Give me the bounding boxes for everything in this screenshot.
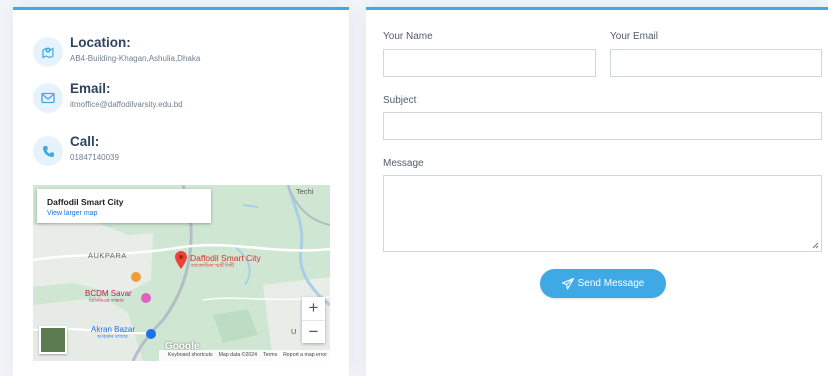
map-label-akran-sub: আকরান বাজার — [97, 334, 128, 340]
message-textarea[interactable] — [383, 175, 822, 252]
email-info: Email: itmoffice@daffodilvarsity.edu.bd — [33, 81, 333, 121]
name-input[interactable] — [383, 49, 596, 77]
phone-icon — [33, 136, 63, 166]
keyboard-shortcuts-link[interactable]: Keyboard shortcuts — [168, 352, 213, 358]
map-pin-sublabel: ড্যাফোডিল স্মার্ট সিটি — [191, 263, 234, 269]
paper-plane-icon — [561, 277, 574, 290]
name-label: Your Name — [383, 31, 433, 42]
email-value[interactable]: itmoffice@daffodilvarsity.edu.bd — [70, 100, 183, 109]
call-value[interactable]: 01847140039 — [70, 153, 119, 162]
view-larger-map-link[interactable]: View larger map — [47, 210, 97, 217]
map-label-u: U — [291, 327, 297, 336]
map-label-akran: Akran Bazar — [91, 325, 136, 334]
terms-link[interactable]: Terms — [263, 352, 277, 358]
map-pin-label: Daffodil Smart City — [190, 253, 261, 263]
zoom-out-button[interactable]: − — [302, 321, 325, 344]
map-label-aukpara: AUKPARA — [88, 251, 127, 260]
location-info: Location: AB4-Building-Khagan,Ashulia,Dh… — [33, 35, 333, 75]
map-data-text: Map data ©2024 — [218, 352, 258, 358]
map-label-bcdm: BCDM Savar — [85, 289, 132, 298]
call-title: Call: — [70, 134, 100, 149]
location-value: AB4-Building-Khagan,Ashulia,Dhaka — [70, 54, 201, 63]
map-place-card: Daffodil Smart City View larger map — [37, 189, 211, 223]
call-info: Call: 01847140039 — [33, 134, 333, 174]
email-input[interactable] — [610, 49, 822, 77]
message-label: Message — [383, 158, 424, 169]
contact-info-card: Location: AB4-Building-Khagan,Ashulia,Dh… — [13, 7, 349, 376]
report-error-link[interactable]: Report a map error — [283, 352, 327, 358]
map-marker-icon — [33, 37, 63, 67]
subject-label: Subject — [383, 95, 417, 106]
zoom-in-button[interactable]: + — [302, 297, 325, 321]
map-label-bcdm-sub: বিসিডিএম সাভার — [89, 298, 124, 304]
map-attribution: Keyboard shortcuts Map data ©2024 Terms Rep… — [158, 350, 330, 361]
map-pin-icon[interactable] — [175, 251, 187, 269]
map-label-tech: Techi — [296, 187, 314, 196]
subject-input[interactable] — [383, 112, 822, 140]
map-place-name: Daffodil Smart City — [47, 197, 124, 207]
google-map[interactable]: Daffodil Smart City View larger map Tech… — [33, 185, 330, 361]
contact-form-card: Your Name Your Email Subject Message Sen… — [366, 7, 828, 376]
map-satellite-toggle[interactable] — [39, 326, 67, 354]
email-label: Your Email — [610, 31, 658, 42]
email-title: Email: — [70, 81, 111, 96]
send-message-button[interactable]: Send Message — [540, 269, 666, 298]
send-message-label: Send Message — [577, 278, 645, 289]
envelope-icon — [33, 83, 63, 113]
resize-handle-icon[interactable] — [812, 242, 819, 249]
location-title: Location: — [70, 35, 131, 50]
map-zoom-controls: + − — [302, 297, 325, 343]
